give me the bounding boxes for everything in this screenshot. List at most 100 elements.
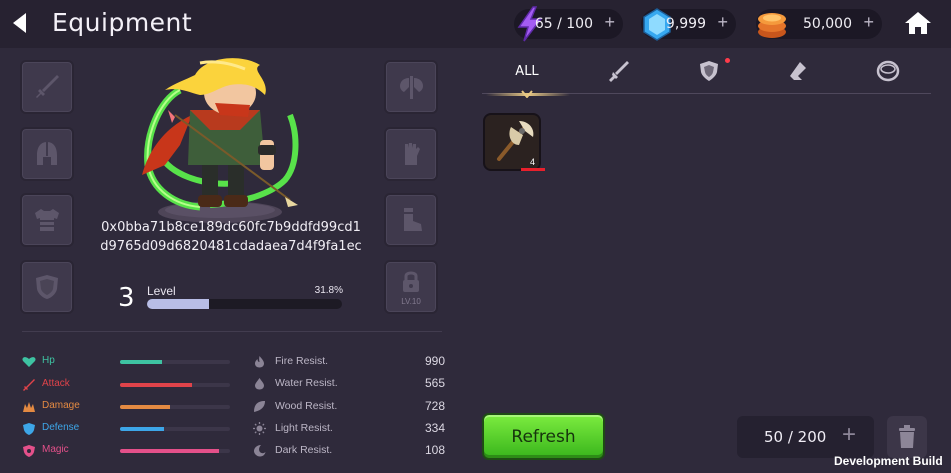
resist-light: Light Resist. 334 (253, 420, 445, 438)
stat-label: Magic (42, 444, 69, 455)
boots-slot[interactable] (384, 193, 438, 247)
level-progress-fill (147, 299, 209, 309)
magic-shield-icon (23, 445, 35, 457)
top-bar: Equipment 65 / 100 + 9,999 + 50,000 + (0, 0, 951, 48)
stat-defense: Defense (22, 420, 237, 438)
glove-icon (405, 143, 420, 165)
resist-value: 334 (424, 421, 445, 435)
stat-attack: Attack (22, 376, 237, 394)
tab-armor[interactable] (694, 58, 724, 84)
resist-value: 728 (424, 399, 445, 413)
gold-coins-icon (758, 13, 786, 38)
resist-label: Dark Resist. (275, 444, 333, 456)
refresh-label: Refresh (511, 426, 576, 447)
unlock-level-label: LV.10 (401, 297, 421, 306)
resist-label: Fire Resist. (275, 355, 329, 367)
level-percent: 31.8% (314, 285, 343, 296)
boot-icon (404, 208, 422, 231)
notification-dot (725, 58, 730, 63)
stat-label: Attack (42, 378, 70, 389)
shield-slot[interactable] (20, 260, 74, 314)
shield-icon (23, 423, 35, 435)
heart-icon (22, 357, 36, 367)
resist-wood: Wood Resist. 728 (253, 398, 445, 416)
tab-weapons[interactable] (604, 58, 634, 84)
add-gems-button[interactable]: + (717, 12, 728, 33)
add-gold-button[interactable]: + (863, 12, 874, 33)
expand-capacity-button[interactable]: + (842, 421, 856, 449)
gold-counter: 50,000 + (756, 9, 882, 39)
sword-icon (609, 61, 629, 82)
resist-fire: Fire Resist. 990 (253, 353, 445, 371)
hero-level-number: 3 (118, 283, 135, 313)
resist-water: Water Resist. 565 (253, 375, 445, 393)
archer-hero-image (142, 58, 299, 223)
tab-accessories[interactable] (783, 58, 813, 84)
resist-value: 990 (424, 354, 445, 368)
stat-damage: Damage (22, 398, 237, 416)
gold-value: 50,000 (803, 16, 852, 32)
home-icon (905, 12, 931, 34)
shield-icon (700, 61, 718, 81)
resist-label: Light Resist. (275, 422, 333, 434)
stat-hp: Hp (22, 353, 237, 371)
inventory-capacity: 50 / 200 + (737, 416, 874, 458)
trash-button[interactable] (887, 416, 927, 458)
level-progress-bar (147, 299, 342, 309)
axe-icon (400, 76, 423, 99)
armor-slot[interactable] (20, 193, 74, 247)
resist-value: 108 (424, 443, 445, 457)
stat-bar (120, 383, 230, 387)
inventory-item[interactable]: 4 (483, 113, 541, 171)
sun-icon (253, 422, 266, 435)
stat-bar (120, 360, 230, 364)
development-build-label: Development Build (834, 454, 943, 468)
helmet-icon (37, 142, 57, 165)
resist-dark: Dark Resist. 108 (253, 442, 445, 460)
back-arrow-icon (13, 13, 26, 33)
back-button[interactable] (8, 10, 30, 36)
add-energy-button[interactable]: + (604, 12, 615, 33)
sword-icon (23, 379, 35, 391)
fire-icon (255, 356, 264, 368)
stat-bar (120, 405, 230, 409)
helmet-slot[interactable] (20, 127, 74, 181)
stat-bar-fill (120, 427, 164, 431)
burst-icon (23, 402, 35, 412)
item-count: 4 (529, 157, 535, 167)
ring-icon (876, 60, 900, 82)
stat-label: Hp (42, 355, 55, 366)
stat-bar-fill (120, 449, 219, 453)
locked-slot[interactable]: LV.10 (384, 260, 438, 314)
energy-counter: 65 / 100 + (514, 6, 623, 42)
stat-bar-fill (120, 360, 162, 364)
active-tab-caret-icon (521, 90, 533, 98)
stat-bar (120, 427, 230, 431)
stat-bar-fill (120, 383, 192, 387)
boot-icon (790, 62, 806, 80)
weapon-slot[interactable] (20, 60, 74, 114)
shield-icon (36, 275, 58, 299)
refresh-button[interactable]: Refresh (482, 413, 605, 460)
tab-rings[interactable] (873, 58, 903, 84)
leaf-icon (254, 401, 265, 412)
moon-icon (254, 445, 266, 457)
resist-label: Water Resist. (275, 377, 338, 389)
trash-icon (899, 425, 915, 448)
stat-label: Damage (42, 400, 80, 411)
stat-bar-fill (120, 405, 170, 409)
water-drop-icon (255, 378, 264, 390)
resist-label: Wood Resist. (275, 400, 338, 412)
chest-armor-icon (35, 209, 59, 231)
energy-value: 65 / 100 (534, 16, 593, 32)
level-label: Level (147, 284, 176, 298)
capacity-text: 50 / 200 (764, 428, 827, 446)
gloves-slot[interactable] (384, 127, 438, 181)
resist-value: 565 (424, 376, 445, 390)
sword-icon (36, 75, 59, 98)
axe-slot[interactable] (384, 60, 438, 114)
stat-bar (120, 449, 230, 453)
tab-all[interactable]: ALL (503, 58, 551, 84)
home-button[interactable] (904, 10, 932, 36)
hero-portrait (120, 55, 320, 225)
